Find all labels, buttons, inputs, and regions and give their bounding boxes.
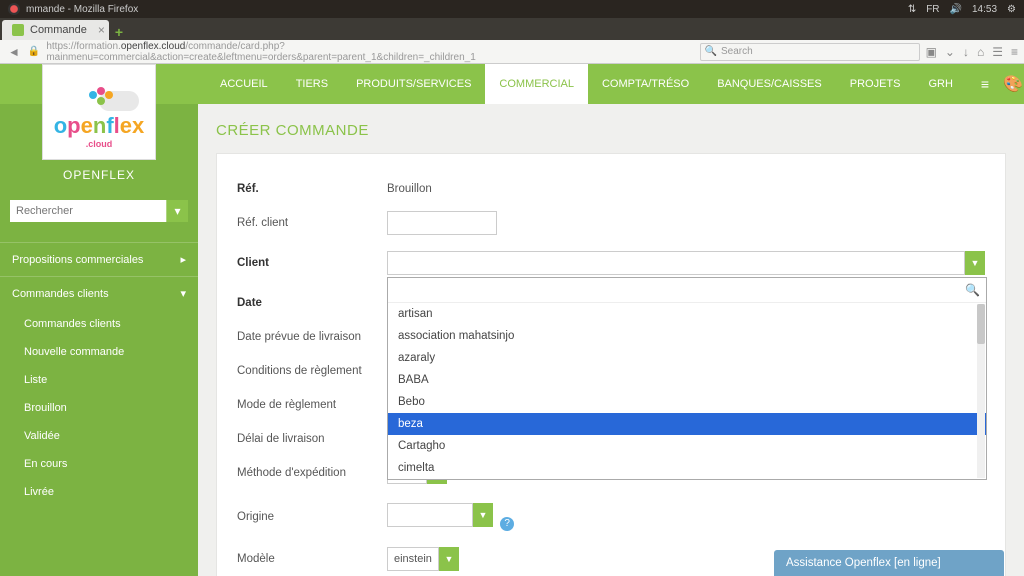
library-icon[interactable]: ☰ <box>992 45 1003 59</box>
sidebar-item[interactable]: Brouillon <box>0 394 198 422</box>
page-content: ACCUEILTIERSPRODUITS/SERVICESCOMMERCIALC… <box>0 64 1024 576</box>
ref-value: Brouillon <box>387 183 985 195</box>
lang-indicator: FR <box>926 4 939 15</box>
dropdown-option[interactable]: cimelta <box>388 457 986 479</box>
back-icon[interactable]: ◄ <box>6 45 22 59</box>
client-label: Client <box>237 257 387 269</box>
topnav-item-commercial[interactable]: COMMERCIAL <box>485 64 588 104</box>
conditions-label: Conditions de règlement <box>237 365 387 377</box>
window-title: mmande - Mozilla Firefox <box>26 4 138 15</box>
clock: 14:53 <box>972 4 997 15</box>
palette-icon[interactable]: 🎨 <box>1003 74 1023 94</box>
sidebar-item[interactable]: Liste <box>0 366 198 394</box>
logo-card: openflex .cloud <box>42 64 156 160</box>
tab-favicon-icon <box>12 24 24 36</box>
tab-title: Commande <box>30 24 87 36</box>
company-name: OPENFLEX <box>0 168 198 182</box>
pocket-icon[interactable]: ⌄ <box>945 45 955 59</box>
tab-close-icon[interactable]: × <box>98 23 105 37</box>
sidebar-search-button[interactable]: ▾ <box>166 200 188 222</box>
client-select[interactable]: ▼ <box>387 251 985 275</box>
help-icon[interactable]: ? <box>500 517 514 531</box>
settings-icon: ⚙ <box>1007 4 1016 15</box>
dropdown-option[interactable]: artisan <box>388 303 986 325</box>
sidebar-item[interactable]: Validée <box>0 422 198 450</box>
topnav-item-tiers[interactable]: TIERS <box>282 64 342 104</box>
sidebar-section[interactable]: Commandes clients▾ <box>0 276 198 310</box>
network-icon: ⇅ <box>908 4 916 15</box>
dropdown-option[interactable]: beza <box>388 413 986 435</box>
origine-select[interactable]: ▼ <box>387 503 493 527</box>
sidebar-item[interactable]: Livrée <box>0 478 198 506</box>
sidebar-item[interactable]: Nouvelle commande <box>0 338 198 366</box>
new-tab-button[interactable]: + <box>109 24 129 40</box>
search-icon: 🔍 <box>965 283 980 297</box>
page-title: CRÉER COMMANDE <box>216 122 1006 139</box>
topnav-item-accueil[interactable]: ACCUEIL <box>206 64 282 104</box>
browser-search-input[interactable]: 🔍 Search <box>700 43 920 61</box>
sidebar-item[interactable]: En cours <box>0 450 198 478</box>
chevron-down-icon[interactable]: ▼ <box>965 251 985 275</box>
screenshot-icon[interactable]: ▣ <box>926 45 937 59</box>
sidebar: openflex .cloud OPENFLEX ▾ Propositions … <box>0 104 198 576</box>
browser-tab[interactable]: Commande × <box>2 20 109 40</box>
dropdown-option[interactable]: Bebo <box>388 391 986 413</box>
delai-label: Délai de livraison <box>237 433 387 445</box>
dropdown-option[interactable]: azaraly <box>388 347 986 369</box>
date-label: Date <box>237 297 387 309</box>
sidebar-search-input[interactable] <box>10 200 166 222</box>
modele-label: Modèle <box>237 553 387 565</box>
ref-client-label: Réf. client <box>237 217 387 229</box>
form-card: Réf. Brouillon Réf. client Client ▼ <box>216 153 1006 576</box>
download-icon[interactable]: ↓ <box>963 45 969 59</box>
browser-url-bar: ◄ 🔒 https://formation.openflex.cloud/com… <box>0 40 1024 64</box>
sidebar-item[interactable]: Commandes clients <box>0 310 198 338</box>
topnav-item-banquescaisses[interactable]: BANQUES/CAISSES <box>703 64 836 104</box>
dropdown-search-input[interactable] <box>394 281 965 299</box>
assistance-bar[interactable]: Assistance Openflex [en ligne] <box>774 550 1004 576</box>
dropdown-option[interactable]: association mahatsinjo <box>388 325 986 347</box>
mode-label: Mode de règlement <box>237 399 387 411</box>
topnav-item-projets[interactable]: PROJETS <box>836 64 915 104</box>
search-icon: 🔍 <box>705 46 717 57</box>
cloud-logo-icon <box>79 83 119 111</box>
sound-icon: 🔊 <box>950 4 962 15</box>
main-panel: CRÉER COMMANDE Réf. Brouillon Réf. clien… <box>198 104 1024 576</box>
dropdown-option[interactable]: BABA <box>388 369 986 391</box>
topnav-item-grh[interactable]: GRH <box>914 64 966 104</box>
ref-client-input[interactable] <box>387 211 497 235</box>
origine-label: Origine <box>237 511 387 523</box>
sidebar-search: ▾ <box>10 200 188 222</box>
browser-tab-strip: Commande × + <box>0 18 1024 40</box>
ref-label: Réf. <box>237 183 387 195</box>
sidebar-section[interactable]: Propositions commerciales▸ <box>0 242 198 276</box>
lock-icon: 🔒 <box>28 46 40 57</box>
dropdown-scrollbar[interactable] <box>977 304 985 478</box>
client-dropdown: 🔍 artisanassociation mahatsinjoazaralyBA… <box>387 277 987 480</box>
menu-icon[interactable]: ≡ <box>1011 45 1018 59</box>
os-top-bar: mmande - Mozilla Firefox ⇅ FR 🔊 14:53 ⚙ <box>0 0 1024 18</box>
home-icon[interactable]: ⌂ <box>977 45 984 59</box>
url-field[interactable]: https://formation.openflex.cloud/command… <box>46 41 606 63</box>
topnav-item-comptatrso[interactable]: COMPTA/TRÉSO <box>588 64 703 104</box>
dropdown-option[interactable]: Cartagho <box>388 435 986 457</box>
date-livraison-label: Date prévue de livraison <box>237 331 387 343</box>
modele-select[interactable]: einstein▼ <box>387 547 459 571</box>
topnav-item-produitsservices[interactable]: PRODUITS/SERVICES <box>342 64 485 104</box>
nav-more-icon[interactable]: ≡ <box>967 64 1003 104</box>
methode-label: Méthode d'expédition <box>237 467 387 479</box>
os-logo-icon <box>8 3 20 15</box>
